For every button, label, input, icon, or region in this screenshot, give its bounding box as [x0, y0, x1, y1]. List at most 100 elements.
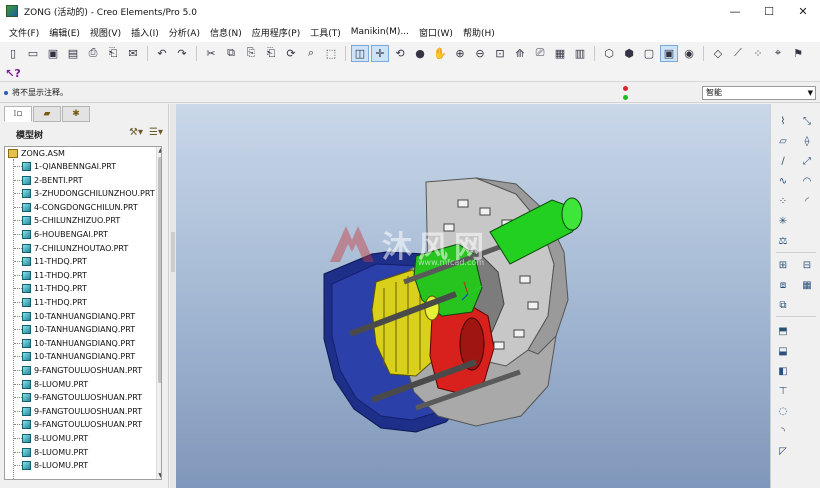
quick-print-icon[interactable]: ⎗: [104, 45, 122, 62]
zoom-out-icon[interactable]: ⊖: [471, 45, 489, 62]
menu-tools[interactable]: 工具(T): [305, 26, 346, 39]
datum-points-icon[interactable]: ⁘: [749, 45, 767, 62]
paste-special-icon[interactable]: ⎗: [262, 45, 280, 62]
no-hidden-icon[interactable]: ▢: [640, 45, 658, 62]
splitter-grip[interactable]: [171, 232, 175, 272]
tree-show-icon[interactable]: ☰▾: [149, 127, 163, 138]
menu-edit[interactable]: 编辑(E): [44, 26, 85, 39]
tree-item[interactable]: 11-THDQ.PRT: [5, 255, 87, 268]
open-folder-icon[interactable]: ▭: [24, 45, 42, 62]
graphics-window[interactable]: 沐风网 www.mfcad.com: [176, 104, 770, 488]
tree-item[interactable]: 11-THDQ.PRT: [5, 296, 87, 309]
tree-item[interactable]: 9-FANGTOULUOSHUAN.PRT: [5, 405, 142, 418]
tree-settings-icon[interactable]: ⚒▾: [129, 127, 143, 138]
scroll-up-icon[interactable]: ▲: [157, 147, 161, 154]
scroll-down-icon[interactable]: ▼: [157, 472, 161, 479]
datum-planes-icon[interactable]: ◇: [709, 45, 727, 62]
send-mail-icon[interactable]: ✉: [124, 45, 142, 62]
menu-file[interactable]: 文件(F): [4, 26, 44, 39]
tree-item[interactable]: 10-TANHUANGDIANQ.PRT: [5, 337, 135, 350]
point-set-icon[interactable]: ⁘: [775, 194, 791, 208]
enhanced-realism-icon[interactable]: ◉: [680, 45, 698, 62]
offset-icon[interactable]: ◜: [799, 194, 815, 208]
selection-filter-select[interactable]: 智能 ▼: [702, 86, 816, 100]
datum-rotate-icon[interactable]: ⤢: [799, 154, 815, 168]
regenerate-icon[interactable]: ⟳: [282, 45, 300, 62]
scrollbar-thumb[interactable]: [158, 157, 161, 383]
tree-item[interactable]: 4-CONGDONGCHILUN.PRT: [5, 201, 138, 214]
context-help-icon[interactable]: ↖?: [4, 65, 22, 82]
create-component-icon[interactable]: ⊟: [799, 258, 815, 272]
menu-manikin[interactable]: Manikin(M)...: [346, 27, 414, 37]
new-file-icon[interactable]: ▯: [4, 45, 22, 62]
tree-item[interactable]: 8-LUOMU.PRT: [5, 459, 88, 472]
spline-icon[interactable]: ∿: [775, 174, 791, 188]
tree-item[interactable]: 7-CHILUNZHOUTAO.PRT: [5, 242, 128, 255]
cross-section-icon[interactable]: ◧: [775, 364, 791, 378]
save-icon[interactable]: ▣: [44, 45, 62, 62]
surface-icon[interactable]: ◠: [799, 174, 815, 188]
datum-line-icon[interactable]: ∕: [775, 154, 791, 168]
csys-icon[interactable]: ✳: [775, 214, 791, 228]
tree-item[interactable]: 6-HOUBENGAI.PRT: [5, 228, 108, 241]
close-button[interactable]: ✕: [786, 0, 820, 22]
annotations-icon[interactable]: ⚑: [789, 45, 807, 62]
tree-item[interactable]: 11-THDQ.PRT: [5, 282, 87, 295]
appearance-icon[interactable]: ●: [411, 45, 429, 62]
maximize-button[interactable]: ☐: [752, 0, 786, 22]
datum-curve-icon[interactable]: ⤡: [799, 114, 815, 128]
coord-systems-icon[interactable]: ⌖: [769, 45, 787, 62]
hole-icon[interactable]: ◌: [775, 404, 791, 418]
datum-axis-icon[interactable]: ⟠: [799, 134, 815, 148]
view-manager-icon[interactable]: ▥: [571, 45, 589, 62]
reorient-icon[interactable]: ⟰: [511, 45, 529, 62]
tree-item[interactable]: 8-LUOMU.PRT: [5, 378, 88, 391]
saved-views-icon[interactable]: ⎚: [531, 45, 549, 62]
hidden-line-icon[interactable]: ⬢: [620, 45, 638, 62]
minimize-button[interactable]: —: [718, 0, 752, 22]
round-icon[interactable]: ◝: [775, 424, 791, 438]
datum-plane-icon[interactable]: ▱: [775, 134, 791, 148]
pan-hand-icon[interactable]: ✋: [431, 45, 449, 62]
assemble-component-icon[interactable]: ⊞: [775, 258, 791, 272]
menu-analysis[interactable]: 分析(A): [164, 26, 205, 39]
menu-help[interactable]: 帮助(H): [458, 26, 500, 39]
refit-icon[interactable]: ⊡: [491, 45, 509, 62]
datum-axes-icon[interactable]: ⟋: [729, 45, 747, 62]
spin-center-icon[interactable]: ✛: [371, 44, 389, 62]
copy-icon[interactable]: ⧉: [222, 45, 240, 62]
menu-window[interactable]: 窗口(W): [414, 26, 458, 39]
tab-favorites[interactable]: ✱: [62, 106, 90, 122]
tree-item[interactable]: 10-TANHUANGDIANQ.PRT: [5, 323, 135, 336]
zoom-in-icon[interactable]: ⊕: [451, 45, 469, 62]
find-icon[interactable]: ⌕: [302, 45, 320, 62]
select-box-icon[interactable]: ⬚: [322, 45, 340, 62]
redo-icon[interactable]: ↷: [173, 45, 191, 62]
tree-item[interactable]: 8-LUOMU.PRT: [5, 432, 88, 445]
tab-folder-browser[interactable]: ▰: [33, 106, 61, 122]
datum-display-icon[interactable]: ◫: [351, 44, 369, 62]
tree-root[interactable]: ZONG.ASM: [5, 147, 65, 160]
tree-item[interactable]: 11-THDQ.PRT: [5, 269, 87, 282]
save-copy-icon[interactable]: ▤: [64, 45, 82, 62]
tree-vertical-scrollbar[interactable]: ▲ ▼: [156, 147, 161, 479]
menu-insert[interactable]: 插入(I): [126, 26, 164, 39]
tree-item[interactable]: 3-ZHUDONGCHILUNZHOU.PRT: [5, 187, 155, 200]
repeat-component-icon[interactable]: ⧈: [775, 278, 791, 292]
pattern-icon[interactable]: ▦: [799, 278, 815, 292]
tree-item[interactable]: 9-FANGTOULUOSHUAN.PRT: [5, 391, 142, 404]
orient-mode-icon[interactable]: ⟲: [391, 45, 409, 62]
tree-item[interactable]: 9-FANGTOULUOSHUAN.PRT: [5, 418, 142, 431]
sketch-datum-icon[interactable]: ⌇: [775, 114, 791, 128]
undo-icon[interactable]: ↶: [153, 45, 171, 62]
analysis-feature-icon[interactable]: ⚖: [775, 234, 791, 248]
tree-item[interactable]: 10-TANHUANGDIANQ.PRT: [5, 310, 135, 323]
layers-icon[interactable]: ▦: [551, 45, 569, 62]
package-icon[interactable]: ⬒: [775, 324, 791, 338]
explode-view-icon[interactable]: ⬓: [775, 344, 791, 358]
wireframe-icon[interactable]: ⬡: [600, 45, 618, 62]
tree-item[interactable]: 2-BENTI.PRT: [5, 174, 83, 187]
tab-model-tree[interactable]: ⁞▫: [4, 106, 32, 122]
tree-item[interactable]: 10-TANHUANGDIANQ.PRT: [5, 350, 135, 363]
tree-item[interactable]: 5-CHILUNZHIZUO.PRT: [5, 214, 120, 227]
